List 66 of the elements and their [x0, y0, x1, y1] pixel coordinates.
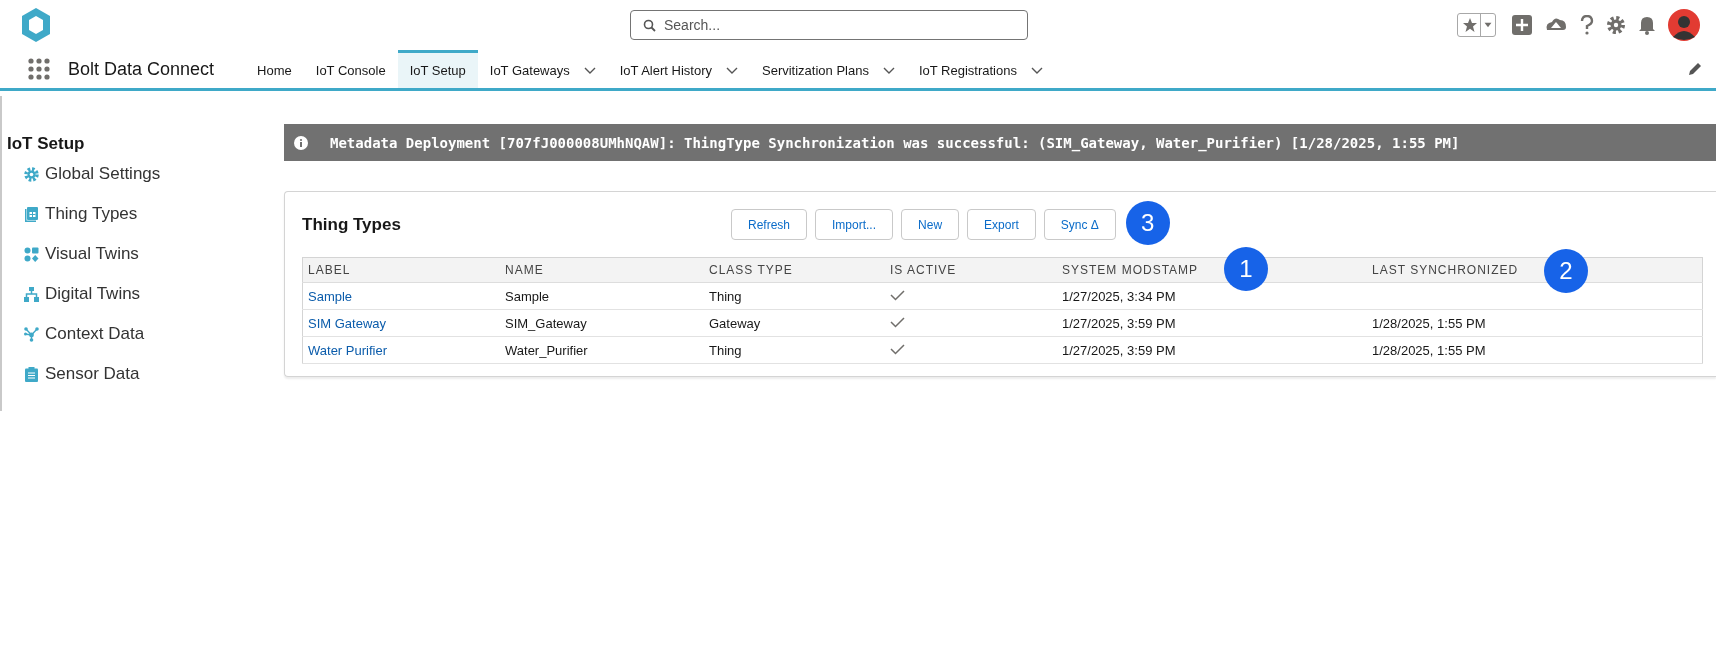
action-button[interactable]: Refresh [731, 209, 808, 240]
table-cell: 1/27/2025, 3:59 PM [1057, 336, 1367, 364]
nav-tab[interactable]: IoT Registrations [906, 50, 1055, 88]
sidebar-item[interactable]: Digital Twins [7, 274, 284, 314]
document-icon [24, 206, 39, 222]
gear-icon [24, 166, 39, 182]
label-link[interactable]: SIM Gateway [302, 309, 500, 337]
table-cell: 1/27/2025, 3:59 PM [1057, 309, 1367, 337]
sidebar-item[interactable]: Context Data [7, 314, 284, 354]
table-cell: Gateway [704, 309, 885, 337]
table-cell: Sample [500, 282, 704, 310]
network-icon [24, 326, 39, 342]
sidebar-title: IoT Setup [7, 134, 86, 154]
table-cell: SIM_Gateway [500, 309, 704, 337]
search-field[interactable]: Search... [630, 10, 1028, 40]
sidebar-item[interactable]: Sensor Data [7, 354, 284, 394]
action-button[interactable]: New [901, 209, 960, 240]
avatar-icon[interactable] [1668, 9, 1700, 41]
chevron-icon[interactable] [882, 66, 895, 75]
plus-icon[interactable] [1512, 15, 1532, 35]
logo-icon [20, 7, 52, 43]
clipboard-icon [24, 366, 39, 382]
callout-badge: 3 [1125, 201, 1170, 245]
table-cell: Water_Purifier [500, 336, 704, 364]
hierarchy-icon [24, 286, 39, 302]
card-title: Thing Types [302, 214, 402, 235]
column-header[interactable]: CLASS TYPE [704, 257, 885, 283]
sidebar-item[interactable]: Visual Twins [7, 234, 284, 274]
table-cell: 1/28/2025, 1:55 PM [1372, 342, 1486, 358]
table-cell: Thing [704, 282, 885, 310]
search-icon [643, 19, 656, 32]
column-header[interactable]: IS ACTIVE [885, 257, 1057, 283]
action-button[interactable]: Export [967, 209, 1036, 240]
star-icon [1462, 17, 1478, 33]
nav-tab[interactable]: Servitization Plans [750, 50, 907, 88]
notifications-icon[interactable] [1638, 15, 1656, 35]
info-icon [294, 135, 308, 150]
chevron-icon[interactable] [726, 66, 738, 75]
action-button[interactable]: Sync Δ [1043, 209, 1116, 240]
banner-message: Metadata Deployment [707fJ000008UMhNQAW]: ThingType Synchronization was successful: (SIM_Gateway, Water_Purifier) [1/28/2025, 1:55 PM] [330, 134, 1460, 151]
sidebar-item[interactable]: Global Settings [7, 154, 284, 194]
label-link[interactable]: Sample [302, 282, 500, 310]
table-cell: Thing [704, 336, 885, 364]
settings-icon[interactable] [1606, 15, 1626, 35]
column-header[interactable]: NAME [500, 257, 704, 283]
edit-icon[interactable] [1688, 62, 1702, 76]
chevron-icon[interactable] [583, 66, 596, 75]
callout-badge: 1 [1224, 247, 1268, 291]
help-icon[interactable] [1580, 15, 1594, 35]
column-header[interactable]: LABEL [302, 257, 500, 283]
nav-tab[interactable]: IoT Gateways [477, 50, 608, 88]
favorites-button[interactable] [1457, 13, 1496, 37]
shapes-icon [24, 246, 39, 262]
table-cell: 1/28/2025, 1:55 PM [1372, 315, 1486, 331]
sidebar-item[interactable]: Thing Types [7, 194, 284, 234]
nav-tab[interactable]: IoT Console [303, 50, 398, 88]
app-title: Bolt Data Connect [68, 58, 215, 80]
caret-icon [1483, 22, 1493, 28]
label-link[interactable]: Water Purifier [302, 336, 500, 364]
chevron-icon[interactable] [1030, 66, 1043, 75]
app-launcher-icon[interactable] [28, 58, 50, 80]
nav-tab[interactable]: IoT Alert History [607, 50, 750, 88]
nav-tab[interactable]: Home [245, 50, 304, 88]
callout-badge: 2 [1544, 249, 1588, 293]
action-button[interactable]: Import... [815, 209, 894, 240]
nav-tab[interactable]: IoT Setup [397, 50, 478, 88]
